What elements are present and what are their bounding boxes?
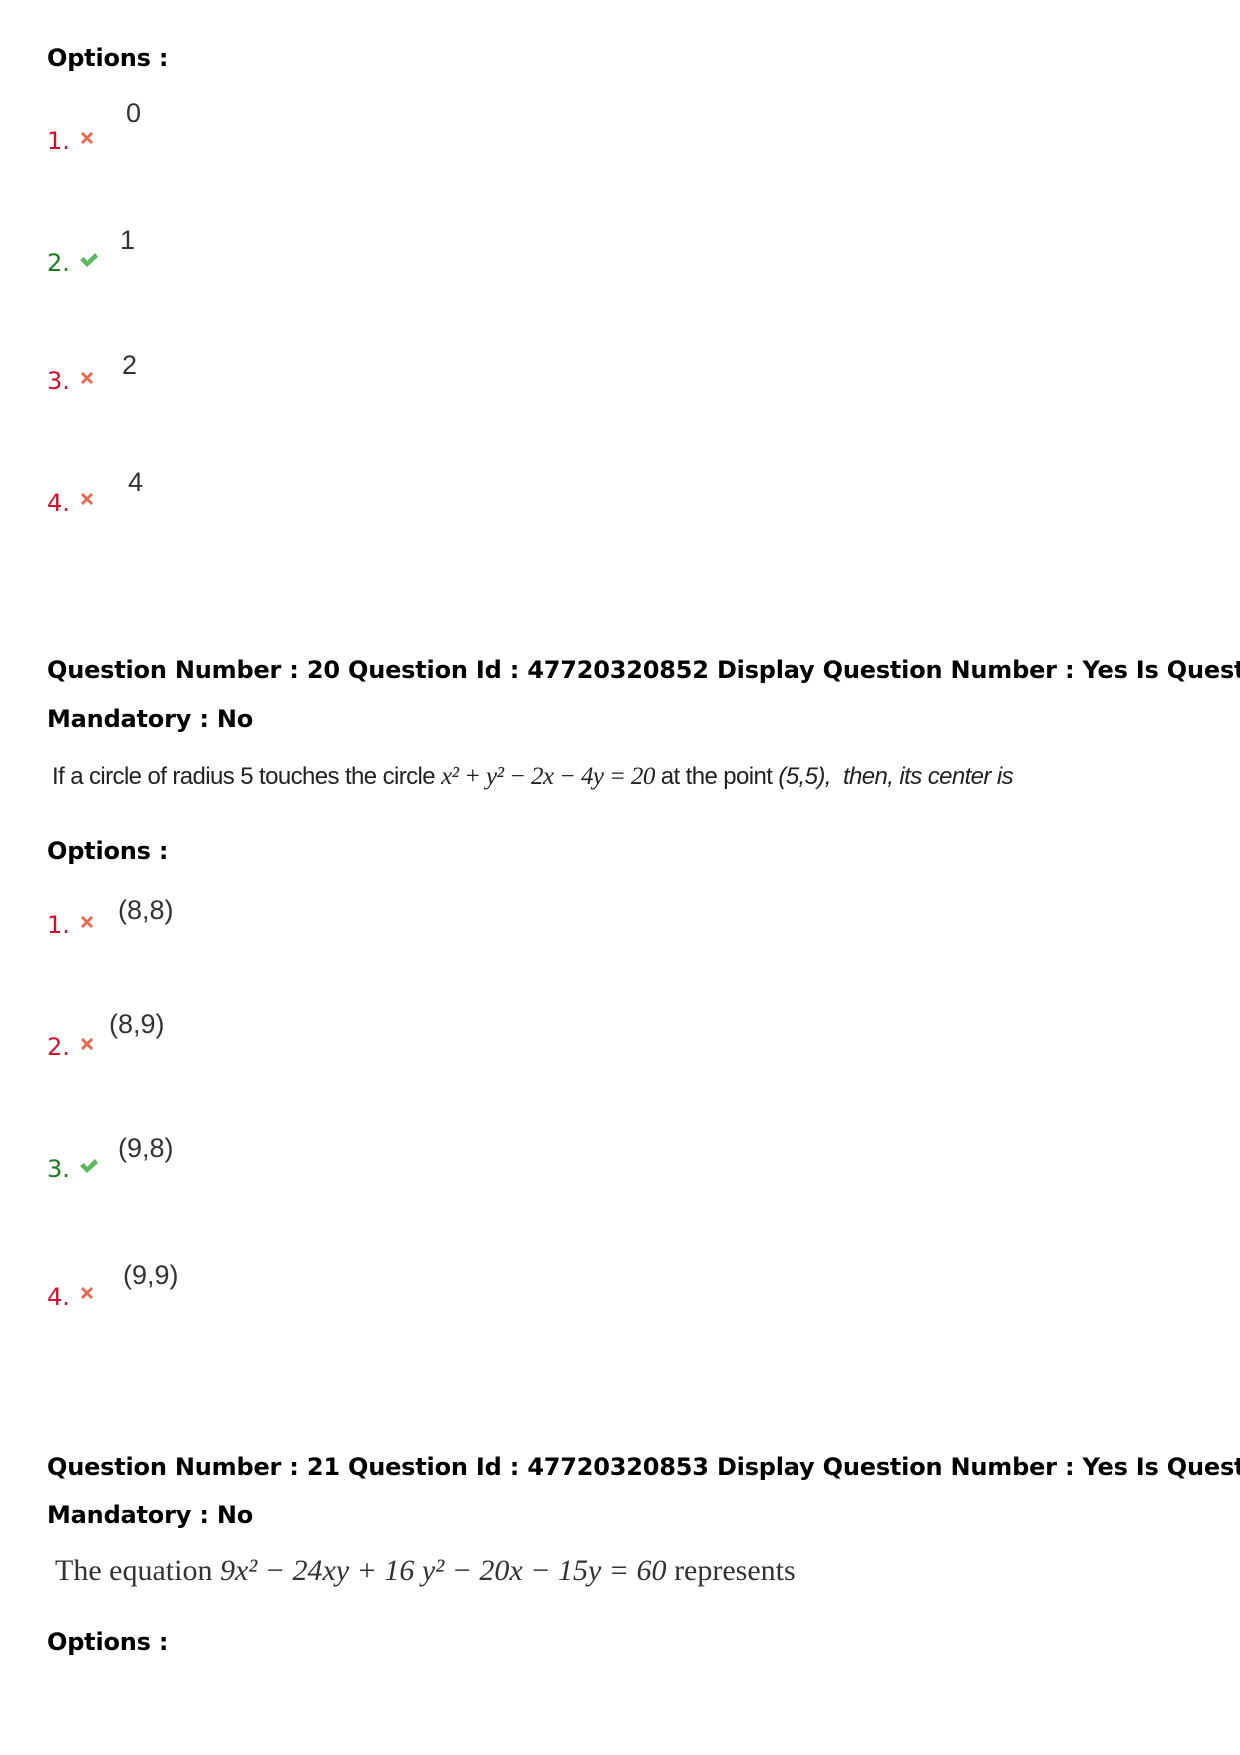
option-number: 2. [47,249,70,277]
cross-icon [81,372,93,384]
option-number: 4. [47,1283,70,1311]
question-text-part: The equation [55,1554,220,1587]
question-equation: 9x² − 24xy + 16 y² − 20x − 15y = 60 [219,1554,667,1587]
option-answer: (9,9) [123,1260,179,1290]
cross-icon [81,1038,93,1050]
question-text-part: represents [666,1554,796,1587]
options-label: Options : [47,1628,169,1656]
option-answer: 0 [126,98,142,128]
option-number: 3. [47,367,70,395]
option-number: 3. [47,1155,70,1183]
cross-icon [81,132,93,144]
question-text-part: If a circle of radius 5 touches the circ… [52,763,442,790]
question-equation: x² + y² − 2x − 4y = 20 [441,763,655,790]
question-text: The equation 9x² − 24xy + 16 y² − 20x − … [55,1554,796,1588]
check-icon [80,1159,98,1173]
check-icon [80,253,98,267]
option-number: 4. [47,489,70,517]
option-answer: (8,8) [118,895,174,925]
option-answer: (9,8) [118,1133,174,1163]
option-answer: (8,9) [109,1009,165,1039]
option-answer: 1 [120,225,136,255]
cross-icon [81,1287,93,1299]
options-label: Options : [47,837,169,865]
question-text: If a circle of radius 5 touches the circ… [52,763,1014,791]
option-number: 1. [47,127,70,155]
options-label: Options : [47,44,169,72]
question-text-part: at the point [654,763,779,790]
question-point: (5,5), [778,763,831,790]
cross-icon [81,493,93,505]
option-number: 2. [47,1033,70,1061]
question-text-part: then, its center is [830,763,1014,790]
option-answer: 2 [122,350,138,380]
option-answer: 4 [128,467,144,497]
option-number: 1. [47,911,70,939]
question-header: Question Number : 20 Question Id : 47720… [47,656,1240,684]
question-mandatory: Mandatory : No [47,1501,254,1529]
question-header: Question Number : 21 Question Id : 47720… [47,1453,1240,1481]
question-mandatory: Mandatory : No [47,705,254,733]
cross-icon [81,916,93,928]
